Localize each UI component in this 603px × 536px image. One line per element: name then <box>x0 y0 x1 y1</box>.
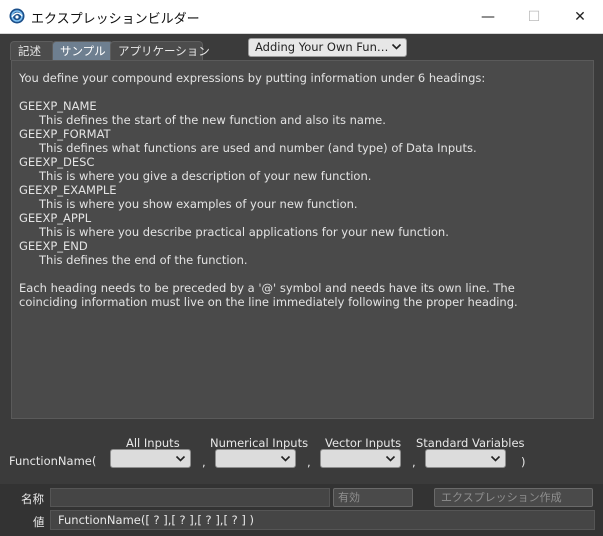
separator: , <box>202 455 206 469</box>
chevron-down-icon <box>490 455 501 462</box>
numerical-inputs-select[interactable] <box>215 449 296 468</box>
chevron-down-icon <box>391 43 402 50</box>
tab-samples[interactable]: サンプル <box>52 41 113 60</box>
description-line: This is where you give a description of … <box>39 169 372 183</box>
tab-description[interactable]: 記述 <box>10 41 55 60</box>
heading-name: GEEXP_NAME <box>19 99 97 113</box>
minimize-button[interactable]: — <box>465 0 511 33</box>
description-line: coinciding information must live on the … <box>19 295 518 309</box>
chevron-down-icon <box>175 455 186 462</box>
separator: , <box>412 455 416 469</box>
description-line: You define your compound expressions by … <box>19 71 486 85</box>
vector-inputs-label: Vector Inputs <box>325 436 402 450</box>
all-inputs-select[interactable] <box>110 449 191 468</box>
lightwave-icon <box>9 8 25 24</box>
heading-format: GEEXP_FORMAT <box>19 127 111 141</box>
separator: , <box>307 455 311 469</box>
description-line: Each heading needs to be preceded by a '… <box>19 281 515 295</box>
heading-appl: GEEXP_APPL <box>19 211 92 225</box>
tab-application[interactable]: アプリケーション <box>110 41 210 60</box>
close-paren: ) <box>521 455 526 469</box>
numerical-inputs-label: Numerical Inputs <box>210 436 309 450</box>
description-line: This is where you describe practical app… <box>39 225 449 239</box>
vector-inputs-select[interactable] <box>320 449 401 468</box>
standard-variables-label: Standard Variables <box>416 436 525 450</box>
topic-dropdown[interactable]: Adding Your Own Fun… <box>248 38 407 57</box>
value-field[interactable]: FunctionName([ ? ],[ ? ],[ ? ],[ ? ] ) <box>50 510 595 530</box>
name-label: 名称 <box>21 492 44 506</box>
function-inputs: All Inputs Numerical Inputs Vector Input… <box>0 430 603 480</box>
value-label: 値 <box>33 515 45 529</box>
window-title: エクスプレッションビルダー <box>31 12 200 27</box>
description-line: This defines the end of the function. <box>39 253 248 267</box>
title-bar: エクスプレッションビルダー — ☐ ✕ <box>0 0 603 34</box>
chevron-down-icon <box>280 455 291 462</box>
chevron-down-icon <box>385 455 396 462</box>
function-name-label: FunctionName( <box>9 454 97 468</box>
valid-button[interactable]: 有効 <box>333 488 413 507</box>
description-line: This defines the start of the new functi… <box>39 113 386 127</box>
heading-end: GEEXP_END <box>19 239 88 253</box>
maximize-button[interactable]: ☐ <box>511 0 557 33</box>
heading-desc: GEEXP_DESC <box>19 155 95 169</box>
close-button[interactable]: ✕ <box>557 0 603 33</box>
description-line: This is where you show examples of your … <box>39 197 358 211</box>
topic-dropdown-value: Adding Your Own Fun… <box>255 40 389 54</box>
create-expression-button[interactable]: エクスプレッション作成 <box>434 488 593 507</box>
heading-example: GEEXP_EXAMPLE <box>19 183 117 197</box>
description-panel: You define your compound expressions by … <box>11 60 594 419</box>
name-input[interactable] <box>50 488 330 507</box>
description-line: This defines what functions are used and… <box>39 141 477 155</box>
all-inputs-label: All Inputs <box>126 436 180 450</box>
standard-variables-select[interactable] <box>425 449 506 468</box>
